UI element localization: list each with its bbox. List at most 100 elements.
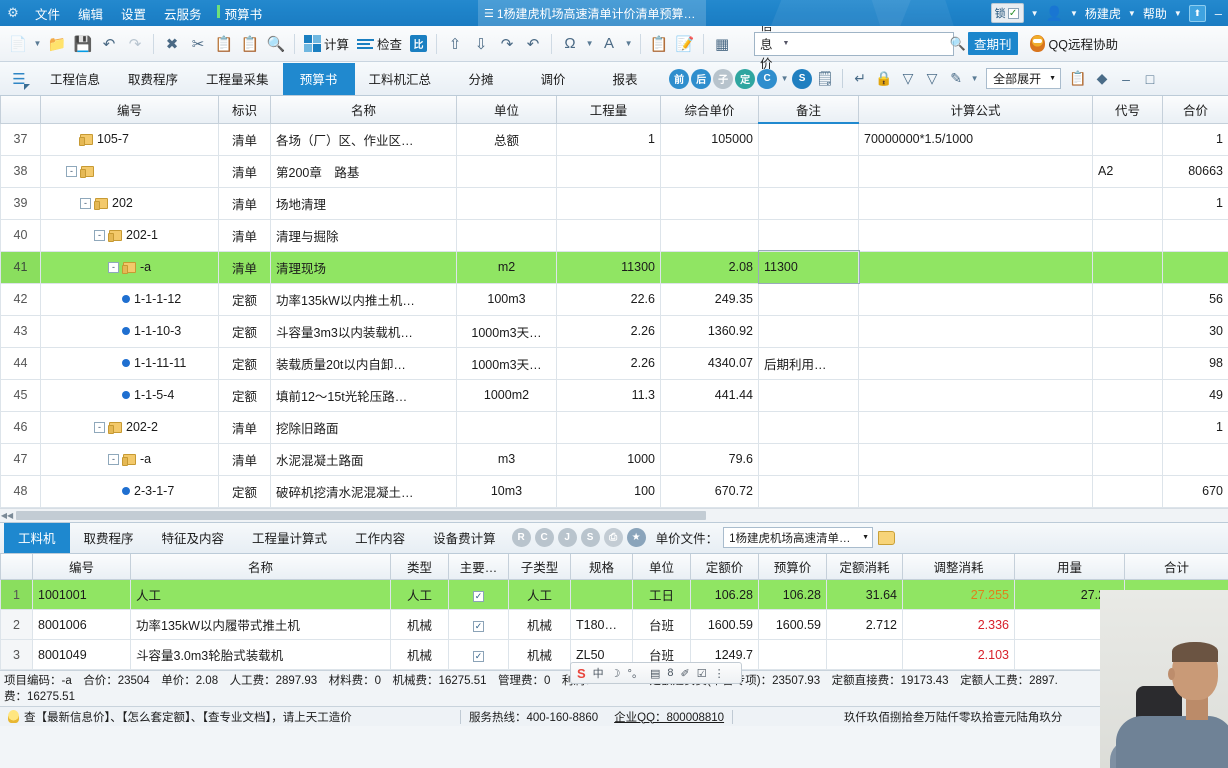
col-header-m-subtype[interactable]: 子类型 (508, 553, 571, 580)
cell-name[interactable]: 斗容量3m3以内装载机… (270, 314, 457, 348)
document-tab[interactable]: ☰ 1杨建虎机场高速清单计价清单预算… (478, 0, 706, 26)
fill-color-icon[interactable]: ✎ (945, 67, 967, 91)
cell-m-adjust-use[interactable]: 27.255 (902, 579, 1015, 610)
cell-total[interactable] (1162, 218, 1228, 252)
lock-button[interactable]: 锁 ✓ (990, 3, 1024, 23)
cell-formula[interactable] (858, 282, 1093, 316)
cell-alias[interactable] (1092, 218, 1163, 252)
table-row[interactable]: 47 - -a 清单 水泥混凝土路面 m3 1000 79.6 (0, 442, 1228, 476)
help-label[interactable]: 帮助 (1143, 5, 1167, 22)
cell-name[interactable]: 清理现场 (270, 250, 457, 284)
cell-m-code[interactable]: 8001006 (32, 609, 131, 640)
qq-remote-support-link[interactable]: QQ远程协助 (1029, 34, 1118, 53)
cell-total[interactable]: 1 (1162, 410, 1228, 444)
cell-remark[interactable]: 11300 (757, 250, 860, 284)
refresh-icon[interactable]: C (757, 68, 778, 89)
cell-remark[interactable] (758, 122, 859, 156)
favorite-icon[interactable]: ★ (626, 528, 646, 547)
clear-filter-icon[interactable]: ▽ (921, 67, 943, 91)
tab-equipment-fee[interactable]: 设备费计算 (419, 523, 510, 553)
cell-remark[interactable] (758, 154, 859, 188)
cell-quantity[interactable]: 1 (556, 122, 661, 156)
cell-m-quota-price[interactable]: 106.28 (690, 579, 759, 610)
cell-name[interactable]: 水泥混凝土路面 (270, 442, 457, 476)
tab-price-adjust[interactable]: 调价 (517, 63, 589, 95)
replace-icon[interactable]: R (511, 528, 531, 547)
ime-more-icon[interactable]: ⋮ (714, 667, 725, 680)
supplement-icon[interactable]: S (792, 68, 813, 89)
recalc-icon[interactable]: C (534, 528, 554, 547)
redo-icon[interactable]: ↷ (123, 31, 147, 57)
table-row[interactable]: 44 1-1-11-11 定额 装载质量20t以内自卸… 1000m3天… 2.26 434… (0, 346, 1228, 380)
cell-unit[interactable]: 1000m2 (456, 378, 557, 412)
col-header-m-name[interactable]: 名称 (130, 553, 391, 580)
cell-m-budget-price[interactable] (758, 639, 827, 670)
module-menu-icon[interactable]: ☰ (2, 63, 36, 95)
edit-note-icon[interactable]: 📝 (673, 31, 697, 57)
ime-toolbar[interactable]: S 中 ☽ °。 ▤ 8 ✐ ☑ ⋮ (570, 662, 742, 684)
cell-m-adjust-use[interactable]: 2.103 (902, 639, 1015, 670)
table-row[interactable]: 37 105-7 清单 各场（厂）区、作业区… 总额 1 105000 70000000*1.… (0, 122, 1228, 156)
cell-unit-price[interactable]: 670.72 (660, 474, 759, 508)
col-header-m-adjust-use[interactable]: 调整消耗 (902, 553, 1015, 580)
cell-name[interactable]: 各场（厂）区、作业区… (270, 122, 457, 156)
row-expander-icon[interactable]: - (108, 261, 119, 273)
ime-moon-icon[interactable]: ☽ (611, 667, 621, 680)
report-icon[interactable]: 📋 (647, 31, 671, 57)
cell-unit-price[interactable] (660, 410, 759, 444)
cell-unit-price[interactable]: 4340.07 (660, 346, 759, 380)
cell-unit[interactable]: 10m3 (456, 474, 557, 508)
table-row[interactable]: 42 1-1-1-12 定额 功率135kW以内推土机… 100m3 22.6 249.35… (0, 282, 1228, 316)
cell-m-spec[interactable]: T180… (570, 609, 633, 640)
cell-alias[interactable] (1092, 410, 1163, 444)
maximize-panel-icon[interactable]: □ (1139, 67, 1161, 91)
tab-features-content[interactable]: 特征及内容 (148, 523, 239, 553)
cell-code[interactable]: 1-1-1-12 (40, 282, 219, 316)
table-row[interactable]: 43 1-1-10-3 定额 斗容量3m3以内装载机… 1000m3天… 2.26 1360… (0, 314, 1228, 348)
budget-grid-hscrollbar[interactable]: ◀◀ (0, 507, 1228, 522)
cell-m-type[interactable]: 人工 (390, 579, 449, 610)
cell-code[interactable]: 2-3-1-7 (40, 474, 219, 508)
cell-unit[interactable]: 1000m3天… (456, 346, 557, 380)
collapse-panel-icon[interactable]: – (1115, 67, 1137, 91)
cell-alias[interactable] (1092, 186, 1163, 220)
cell-code[interactable]: 1-1-5-4 (40, 378, 219, 412)
menu-item-file[interactable]: 文件 (26, 1, 69, 26)
cell-m-code[interactable]: 1001001 (32, 579, 131, 610)
cell-quantity[interactable] (556, 154, 661, 188)
cell-alias[interactable] (1092, 474, 1163, 508)
cell-formula[interactable] (858, 186, 1093, 220)
cell-code[interactable]: 1-1-10-3 (40, 314, 219, 348)
cell-unit[interactable]: 总额 (456, 122, 557, 156)
cell-formula[interactable]: 70000000*1.5/1000 (858, 122, 1093, 156)
cell-remark[interactable] (758, 186, 859, 220)
move-up-icon[interactable]: ⇧ (443, 31, 467, 57)
footer-promo[interactable]: 查【最新信息价】、【怎么套定额】、【查专业文档】，请上天工造价 (0, 709, 460, 725)
user-avatar-icon[interactable]: 👤 (1046, 5, 1063, 22)
cell-alias[interactable] (1092, 378, 1163, 412)
cell-total[interactable]: 670 (1162, 474, 1228, 508)
cell-quantity[interactable] (556, 186, 661, 220)
cell-code[interactable]: - -a (40, 442, 219, 476)
cell-unit[interactable]: m2 (456, 250, 557, 284)
cell-code[interactable]: - 202 (40, 186, 219, 220)
tab-project-info[interactable]: 工程信息 (36, 63, 114, 95)
journal-query-button[interactable]: 查期刊 (968, 32, 1018, 55)
cell-formula[interactable] (858, 250, 1093, 284)
tab-fee-program[interactable]: 取费程序 (114, 63, 192, 95)
table-row[interactable]: 40 - 202-1 清单 清理与掘除 (0, 218, 1228, 252)
upload-icon[interactable]: ⬆ (1188, 4, 1206, 22)
cell-formula[interactable] (858, 442, 1093, 476)
cell-quantity[interactable]: 1000 (556, 442, 661, 476)
insert-before-icon[interactable]: 前 (669, 68, 690, 89)
cell-total[interactable] (1162, 250, 1228, 284)
cell-alias[interactable] (1092, 442, 1163, 476)
cell-unit-price[interactable]: 79.6 (660, 442, 759, 476)
cell-unit[interactable] (456, 154, 557, 188)
cell-m-type[interactable]: 机械 (390, 639, 449, 670)
col-header-name[interactable]: 名称 (270, 96, 457, 124)
cell-name[interactable]: 挖除旧路面 (270, 410, 457, 444)
col-header-m-quota-use[interactable]: 定额消耗 (826, 553, 903, 580)
cell-name[interactable]: 清理与掘除 (270, 218, 457, 252)
cell-alias[interactable]: A2 (1092, 154, 1163, 188)
